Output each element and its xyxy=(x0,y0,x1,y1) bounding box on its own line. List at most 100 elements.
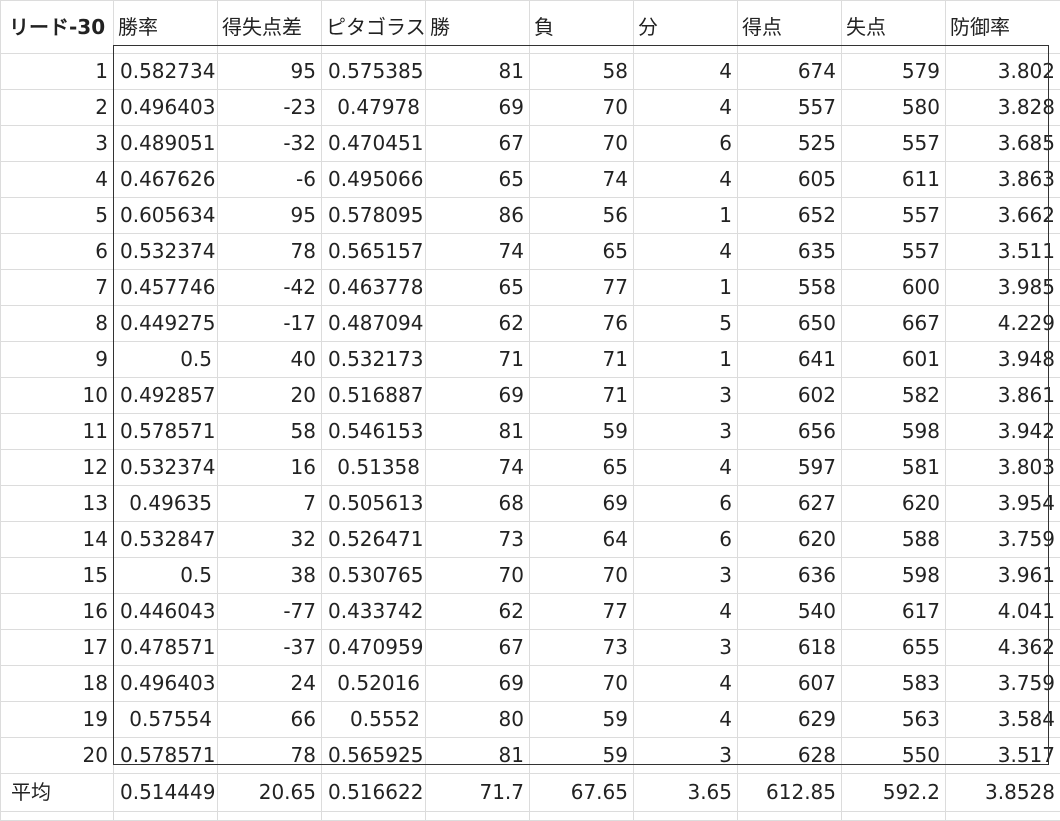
pythagorean-cell[interactable]: 0.470451 xyxy=(322,126,426,162)
runs-scored-cell[interactable]: 674 xyxy=(738,54,842,90)
losses-cell[interactable]: 73 xyxy=(530,630,634,666)
wins-cell[interactable]: 81 xyxy=(426,54,530,90)
ties-cell[interactable]: 3 xyxy=(634,738,738,774)
runs-allowed-cell[interactable]: 583 xyxy=(842,666,946,702)
win-rate-cell[interactable]: 0.582734 xyxy=(114,54,218,90)
run-differential-cell[interactable]: -32 xyxy=(218,126,322,162)
runs-scored-cell[interactable]: 656 xyxy=(738,414,842,450)
wins-cell[interactable]: 67 xyxy=(426,630,530,666)
pythagorean-cell[interactable]: 0.52016 xyxy=(322,666,426,702)
losses-cell[interactable]: 74 xyxy=(530,162,634,198)
wins-cell[interactable]: 65 xyxy=(426,162,530,198)
ties-cell[interactable]: 3 xyxy=(634,378,738,414)
runs-scored-cell[interactable]: 641 xyxy=(738,342,842,378)
row-index-cell[interactable]: 17 xyxy=(1,630,114,666)
wins-cell[interactable]: 74 xyxy=(426,234,530,270)
header-cell-runs-allowed[interactable]: 失点 xyxy=(842,1,946,54)
row-index-cell[interactable]: 3 xyxy=(1,126,114,162)
average-value-cell[interactable]: 0.514449 xyxy=(114,774,218,812)
ties-cell[interactable]: 4 xyxy=(634,666,738,702)
era-cell[interactable]: 3.511 xyxy=(946,234,1060,270)
runs-allowed-cell[interactable]: 580 xyxy=(842,90,946,126)
win-rate-cell[interactable]: 0.449275 xyxy=(114,306,218,342)
runs-allowed-cell[interactable]: 579 xyxy=(842,54,946,90)
ties-cell[interactable]: 4 xyxy=(634,702,738,738)
wins-cell[interactable]: 80 xyxy=(426,702,530,738)
runs-scored-cell[interactable]: 602 xyxy=(738,378,842,414)
run-differential-cell[interactable]: 24 xyxy=(218,666,322,702)
average-value-cell[interactable]: 20.65 xyxy=(218,774,322,812)
losses-cell[interactable]: 71 xyxy=(530,378,634,414)
pythagorean-cell[interactable]: 0.565157 xyxy=(322,234,426,270)
ties-cell[interactable]: 4 xyxy=(634,90,738,126)
runs-scored-cell[interactable]: 558 xyxy=(738,270,842,306)
pythagorean-cell[interactable]: 0.532173 xyxy=(322,342,426,378)
win-rate-cell[interactable]: 0.605634 xyxy=(114,198,218,234)
runs-scored-cell[interactable]: 629 xyxy=(738,702,842,738)
win-rate-cell[interactable]: 0.578571 xyxy=(114,738,218,774)
average-value-cell[interactable]: 3.8528 xyxy=(946,774,1060,812)
header-cell-lead[interactable]: リード-30 xyxy=(1,1,114,54)
header-cell-pythagorean[interactable]: ピタゴラス xyxy=(322,1,426,54)
runs-allowed-cell[interactable]: 588 xyxy=(842,522,946,558)
pythagorean-cell[interactable]: 0.526471 xyxy=(322,522,426,558)
win-rate-cell[interactable]: 0.532374 xyxy=(114,234,218,270)
win-rate-cell[interactable]: 0.496403 xyxy=(114,90,218,126)
pythagorean-cell[interactable]: 0.495066 xyxy=(322,162,426,198)
wins-cell[interactable]: 65 xyxy=(426,270,530,306)
ties-cell[interactable]: 1 xyxy=(634,270,738,306)
era-cell[interactable]: 3.954 xyxy=(946,486,1060,522)
ties-cell[interactable]: 4 xyxy=(634,54,738,90)
runs-allowed-cell[interactable]: 581 xyxy=(842,450,946,486)
runs-allowed-cell[interactable]: 557 xyxy=(842,126,946,162)
losses-cell[interactable]: 77 xyxy=(530,270,634,306)
runs-allowed-cell[interactable]: 582 xyxy=(842,378,946,414)
row-index-cell[interactable]: 4 xyxy=(1,162,114,198)
ties-cell[interactable]: 4 xyxy=(634,594,738,630)
wins-cell[interactable]: 69 xyxy=(426,666,530,702)
row-index-cell[interactable]: 6 xyxy=(1,234,114,270)
average-value-cell[interactable]: 592.2 xyxy=(842,774,946,812)
win-rate-cell[interactable]: 0.532847 xyxy=(114,522,218,558)
runs-scored-cell[interactable]: 652 xyxy=(738,198,842,234)
row-index-cell[interactable]: 16 xyxy=(1,594,114,630)
ties-cell[interactable]: 3 xyxy=(634,630,738,666)
ties-cell[interactable]: 1 xyxy=(634,198,738,234)
runs-allowed-cell[interactable]: 620 xyxy=(842,486,946,522)
era-cell[interactable]: 3.517 xyxy=(946,738,1060,774)
runs-scored-cell[interactable]: 620 xyxy=(738,522,842,558)
losses-cell[interactable]: 76 xyxy=(530,306,634,342)
losses-cell[interactable]: 69 xyxy=(530,486,634,522)
win-rate-cell[interactable]: 0.489051 xyxy=(114,126,218,162)
pythagorean-cell[interactable]: 0.565925 xyxy=(322,738,426,774)
wins-cell[interactable]: 74 xyxy=(426,450,530,486)
era-cell[interactable]: 3.803 xyxy=(946,450,1060,486)
pythagorean-cell[interactable]: 0.47978 xyxy=(322,90,426,126)
average-value-cell[interactable]: 612.85 xyxy=(738,774,842,812)
runs-scored-cell[interactable]: 636 xyxy=(738,558,842,594)
era-cell[interactable]: 3.942 xyxy=(946,414,1060,450)
runs-allowed-cell[interactable]: 611 xyxy=(842,162,946,198)
run-differential-cell[interactable]: 95 xyxy=(218,198,322,234)
pythagorean-cell[interactable]: 0.546153 xyxy=(322,414,426,450)
run-differential-cell[interactable]: 78 xyxy=(218,738,322,774)
run-differential-cell[interactable]: 32 xyxy=(218,522,322,558)
losses-cell[interactable]: 64 xyxy=(530,522,634,558)
wins-cell[interactable]: 81 xyxy=(426,738,530,774)
wins-cell[interactable]: 68 xyxy=(426,486,530,522)
row-index-cell[interactable]: 14 xyxy=(1,522,114,558)
run-differential-cell[interactable]: -6 xyxy=(218,162,322,198)
header-cell-losses[interactable]: 負 xyxy=(530,1,634,54)
era-cell[interactable]: 4.041 xyxy=(946,594,1060,630)
win-rate-cell[interactable]: 0.57554 xyxy=(114,702,218,738)
win-rate-cell[interactable]: 0.496403 xyxy=(114,666,218,702)
pythagorean-cell[interactable]: 0.578095 xyxy=(322,198,426,234)
runs-allowed-cell[interactable]: 550 xyxy=(842,738,946,774)
runs-scored-cell[interactable]: 605 xyxy=(738,162,842,198)
run-differential-cell[interactable]: -77 xyxy=(218,594,322,630)
losses-cell[interactable]: 59 xyxy=(530,702,634,738)
ties-cell[interactable]: 3 xyxy=(634,558,738,594)
runs-allowed-cell[interactable]: 557 xyxy=(842,234,946,270)
pythagorean-cell[interactable]: 0.51358 xyxy=(322,450,426,486)
pythagorean-cell[interactable]: 0.505613 xyxy=(322,486,426,522)
